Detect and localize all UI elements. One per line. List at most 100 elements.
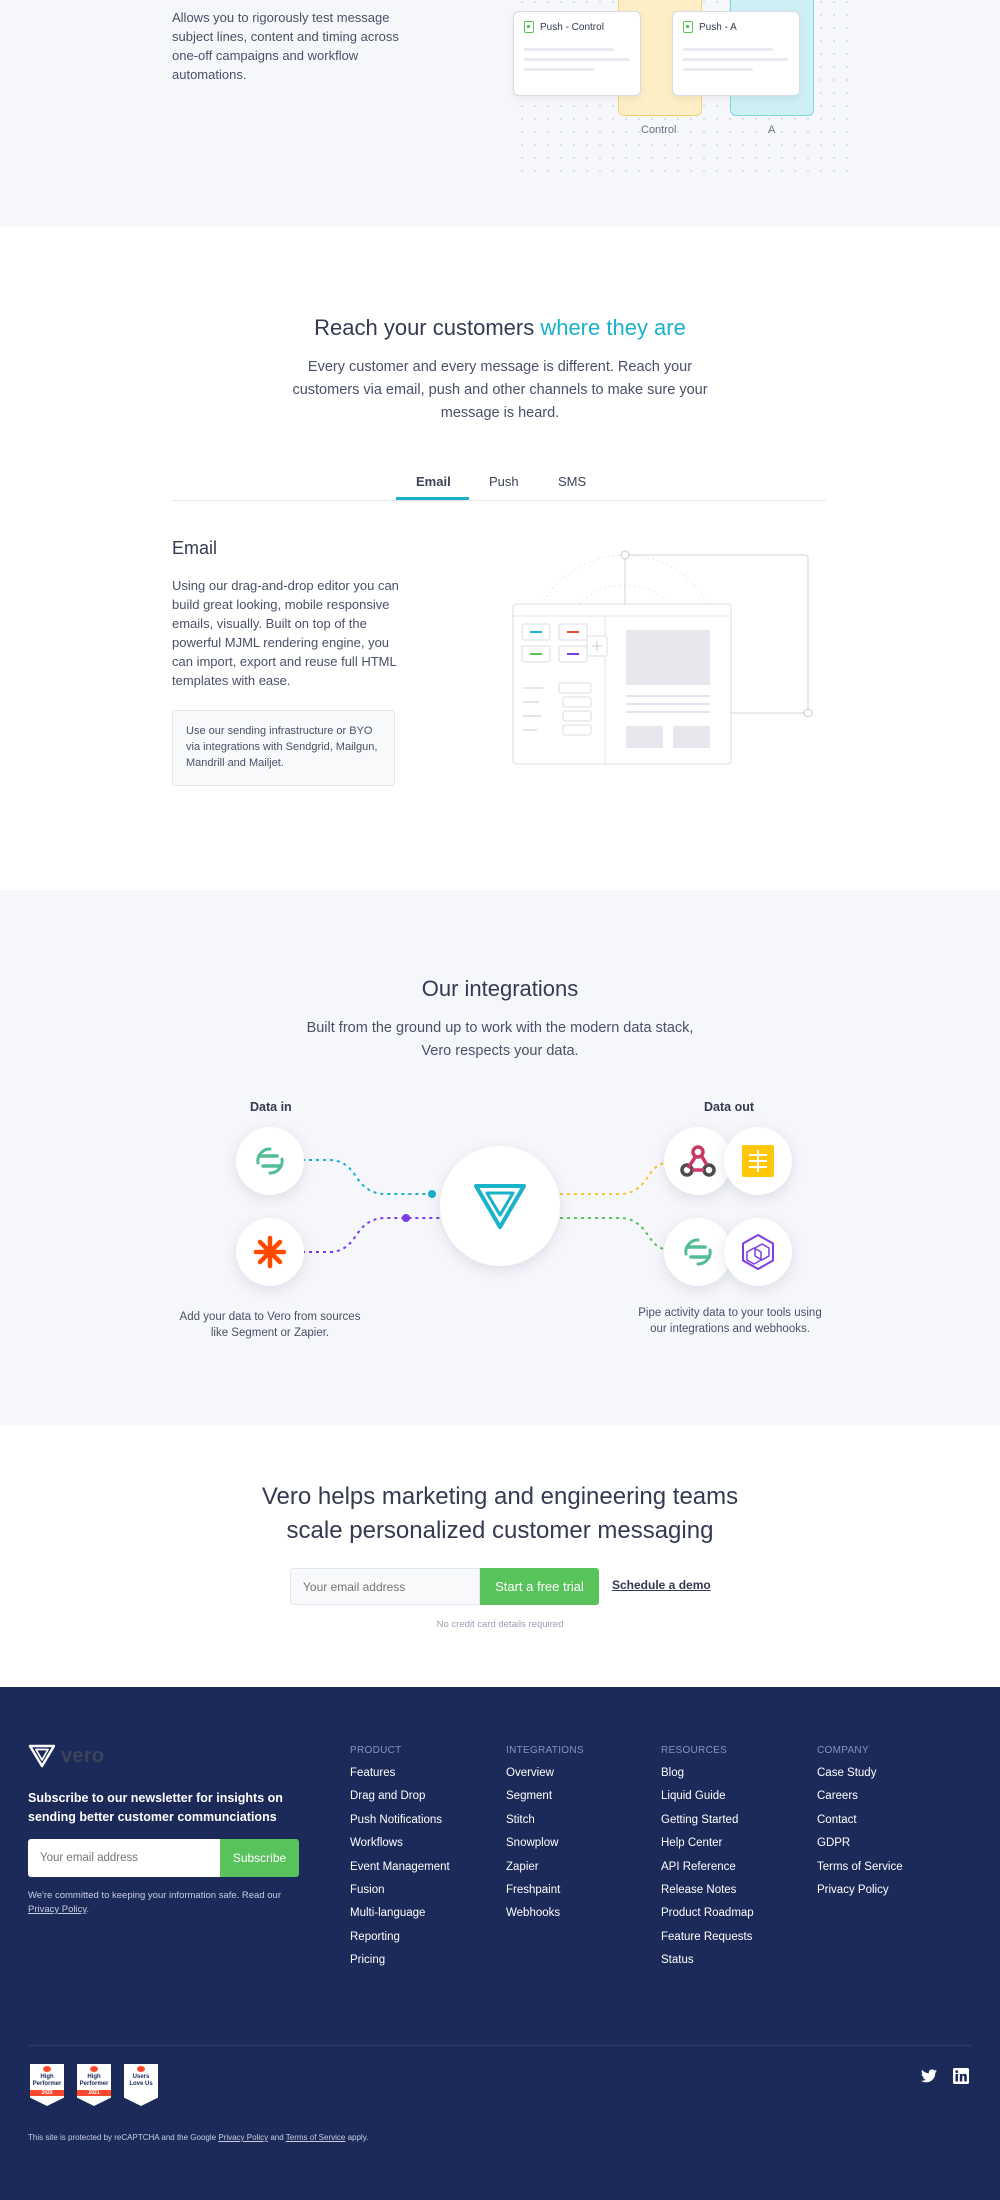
tab-email[interactable]: Email: [416, 474, 451, 489]
start-free-trial-button[interactable]: Start a free trial: [480, 1568, 599, 1605]
push-icon: [524, 21, 534, 33]
footer-link-zapier[interactable]: Zapier: [506, 1861, 661, 1873]
footer-link-event-management[interactable]: Event Management: [350, 1861, 505, 1873]
footer-column-integrations: INTEGRATIONS Overview Segment Stitch Sno…: [506, 1745, 661, 1931]
cta-title: Vero helps marketing and engineering tea…: [0, 1480, 1000, 1548]
badge-text: Performer: [32, 2081, 62, 2087]
footer-link-liquid-guide[interactable]: Liquid Guide: [661, 1790, 816, 1802]
no-credit-card-note: No credit card details required: [436, 1619, 564, 1630]
recaptcha-terms-link[interactable]: Terms of Service: [286, 2133, 346, 2142]
footer-link-workflows[interactable]: Workflows: [350, 1837, 505, 1849]
footer-link-careers[interactable]: Careers: [817, 1790, 972, 1802]
schedule-demo-link[interactable]: Schedule a demo: [612, 1578, 711, 1592]
newsletter-email-input[interactable]: [28, 1839, 220, 1877]
email-panel-title: Email: [172, 538, 218, 558]
segment-out-circle[interactable]: [664, 1218, 732, 1286]
data-in-label: Data in: [250, 1100, 292, 1114]
badge-text: Performer: [79, 2081, 109, 2087]
g2-high-performer-badge: High Performer 2020: [30, 2064, 64, 2106]
privacy-policy-link[interactable]: Privacy Policy: [28, 1904, 86, 1915]
reach-title-accent: where they are: [540, 315, 686, 340]
footer-link-help-center[interactable]: Help Center: [661, 1837, 816, 1849]
segment-in-circle[interactable]: [236, 1127, 304, 1195]
vero-logo-icon: [474, 1184, 526, 1229]
twitter-icon[interactable]: [921, 2069, 937, 2083]
cta-title-line: scale personalized customer messaging: [286, 1517, 714, 1544]
footer-link-terms-of-service[interactable]: Terms of Service: [817, 1861, 972, 1873]
integrations-title: Our integrations: [421, 976, 579, 1001]
footer-column-company: COMPANY Case Study Careers Contact GDPR …: [817, 1745, 972, 1907]
newsletter-title: Subscribe to our newsletter for insights…: [28, 1791, 283, 1824]
control-label: Control: [641, 124, 677, 136]
logo-text: vero: [61, 1744, 105, 1767]
push-control-card[interactable]: Push - Control: [513, 11, 641, 96]
infrastructure-note: Use our sending infrastructure or BYO vi…: [172, 710, 395, 786]
data-out-label: Data out: [704, 1100, 754, 1114]
footer-column-resources: RESOURCES Blog Liquid Guide Getting Star…: [661, 1745, 816, 1978]
reach-title-text: Reach your customers: [314, 315, 541, 340]
integrations-subtitle: Built from the ground up to work with th…: [306, 1020, 694, 1059]
footer-column-heading: COMPANY: [817, 1745, 869, 1756]
tab-sms[interactable]: SMS: [558, 474, 586, 489]
privacy-text: .: [86, 1904, 90, 1915]
zapier-icon: [253, 1235, 287, 1269]
footer-link-features[interactable]: Features: [350, 1767, 505, 1779]
zapier-in-circle[interactable]: [236, 1218, 304, 1286]
footer-link-segment[interactable]: Segment: [506, 1790, 661, 1802]
data-in-caption: Add your data to Vero from sources like …: [179, 1311, 361, 1339]
footer-link-contact[interactable]: Contact: [817, 1814, 972, 1826]
footer-link-fusion[interactable]: Fusion: [350, 1884, 505, 1896]
footer-link-gdpr[interactable]: GDPR: [817, 1837, 972, 1849]
mixpanel-icon: [742, 1145, 774, 1177]
cta-title-line: Vero helps marketing and engineering tea…: [261, 1483, 739, 1510]
snowplow-out-circle[interactable]: [724, 1218, 792, 1286]
footer-link-case-study[interactable]: Case Study: [817, 1767, 972, 1779]
footer-link-multi-language[interactable]: Multi-language: [350, 1907, 505, 1919]
footer-link-reporting[interactable]: Reporting: [350, 1931, 505, 1943]
footer-link-freshpaint[interactable]: Freshpaint: [506, 1884, 661, 1896]
reach-customers-section: Reach your customers where they are Ever…: [0, 227, 1000, 890]
footer-link-overview[interactable]: Overview: [506, 1767, 661, 1779]
footer-link-blog[interactable]: Blog: [661, 1767, 816, 1779]
footer-link-status[interactable]: Status: [661, 1954, 816, 1966]
cta-email-input[interactable]: [290, 1568, 480, 1605]
a-label: A: [768, 124, 776, 136]
footer-link-privacy-policy[interactable]: Privacy Policy: [817, 1884, 972, 1896]
footer-link-pricing[interactable]: Pricing: [350, 1954, 505, 1966]
footer-link-api-reference[interactable]: API Reference: [661, 1861, 816, 1873]
vero-hub-circle: [440, 1146, 560, 1266]
footer-link-feature-requests[interactable]: Feature Requests: [661, 1931, 816, 1943]
ab-test-description: Allows you to rigorously test message su…: [172, 10, 399, 82]
badge-text: High: [40, 2074, 54, 2080]
email-panel-text: Using our drag-and-drop editor you can b…: [172, 576, 402, 690]
reach-subtitle: Every customer and every message is diff…: [292, 359, 708, 421]
footer-link-release-notes[interactable]: Release Notes: [661, 1884, 816, 1896]
email-editor-illustration: [512, 550, 813, 765]
footer-link-getting-started[interactable]: Getting Started: [661, 1814, 816, 1826]
snowplow-icon: [742, 1233, 774, 1271]
webhooks-icon: [680, 1145, 716, 1177]
segment-icon: [256, 1147, 284, 1175]
footer-logo[interactable]: vero: [28, 1744, 104, 1768]
mjml-link[interactable]: MJML: [225, 635, 260, 650]
footer-link-push-notifications[interactable]: Push Notifications: [350, 1814, 505, 1826]
badge-year: 2020: [30, 2090, 64, 2096]
linkedin-icon[interactable]: [953, 2068, 969, 2084]
footer-link-snowplow[interactable]: Snowplow: [506, 1837, 661, 1849]
footer-link-product-roadmap[interactable]: Product Roadmap: [661, 1907, 816, 1919]
recaptcha-text: apply.: [345, 2133, 369, 2142]
tab-push[interactable]: Push: [489, 474, 519, 489]
footer-link-drag-and-drop[interactable]: Drag and Drop: [350, 1790, 505, 1802]
recaptcha-privacy-link[interactable]: Privacy Policy: [218, 2133, 268, 2142]
push-a-card[interactable]: Push - A: [672, 11, 800, 96]
mixpanel-out-circle[interactable]: [724, 1127, 792, 1195]
badge-text: Users: [132, 2074, 150, 2080]
footer-column-heading: PRODUCT: [350, 1745, 402, 1756]
webhooks-out-circle[interactable]: [664, 1127, 732, 1195]
footer-link-stitch[interactable]: Stitch: [506, 1814, 661, 1826]
footer-link-webhooks[interactable]: Webhooks: [506, 1907, 661, 1919]
privacy-note: We're committed to keeping your informat…: [28, 1889, 308, 1917]
push-control-label: Push - Control: [540, 21, 604, 33]
subscribe-button[interactable]: Subscribe: [220, 1839, 299, 1877]
badge-text: Love Us: [129, 2081, 153, 2087]
